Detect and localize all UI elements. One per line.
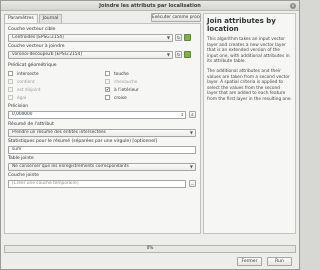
window-title: Joindre les attributs par localisation	[99, 3, 201, 9]
precision-value: 0,000000	[12, 112, 33, 117]
help-title: Join attributes by location	[207, 17, 276, 33]
progress-bar: 0%	[4, 245, 296, 253]
predicate-equals[interactable]: égal	[8, 95, 26, 101]
joined-table-combo[interactable]: Ne conserver que les enregistrements cor…	[8, 163, 196, 171]
browse-output-button[interactable]: …	[189, 180, 196, 187]
precision-label: Précision	[8, 104, 29, 109]
checkbox-icon[interactable]	[105, 95, 110, 100]
checkbox-icon[interactable]	[8, 87, 13, 92]
join-layer-label: Couche vecteur à joindre	[8, 44, 65, 49]
help-paragraph: This algorithm takes an input vector lay…	[207, 37, 290, 65]
predicate-contains[interactable]: contient	[8, 79, 35, 85]
predicate-label: Prédicat géométrique	[8, 63, 57, 68]
close-window-icon[interactable]: ✕	[290, 3, 296, 9]
help-panel: Join attributes by location This algorit…	[203, 13, 296, 234]
join-layer-combo[interactable]: voronoi-decoupe2b [EPSG:2154] ▼	[8, 51, 173, 59]
predicate-crosses[interactable]: croise	[105, 95, 127, 101]
dialog-window: Joindre les attributs par localisation ✕…	[0, 0, 300, 270]
joined-table-label: Table jointe	[8, 156, 34, 161]
predicate-intersects[interactable]: intersecte	[8, 71, 39, 77]
close-button[interactable]: Fermer	[237, 257, 262, 266]
iterate-icon[interactable]: ↻	[175, 34, 182, 41]
predicate-within[interactable]: ✔ à l'intérieur	[105, 87, 139, 93]
joined-table-value: Ne conserver que les enregistrements cor…	[12, 164, 129, 169]
predicate-disjoint[interactable]: est disjoint	[8, 87, 41, 93]
chevron-down-icon: ▼	[166, 35, 170, 40]
target-layer-value: Centroides [EPSG:2154]	[12, 35, 64, 40]
statistics-value: sum	[12, 147, 22, 152]
joined-layer-placeholder: [Créer une couche temporaire]	[12, 181, 79, 186]
help-paragraph: The additional attributes and their valu…	[207, 68, 292, 102]
statistics-input[interactable]: sum	[8, 146, 196, 154]
summary-combo[interactable]: Prendre un résumé des entités intersecté…	[8, 129, 196, 137]
parameters-panel: Couche vecteur cible Centroides [EPSG:21…	[4, 23, 201, 234]
joined-layer-label: Couche jointe	[8, 173, 39, 178]
checkbox-icon[interactable]	[105, 79, 110, 84]
precision-spinbox[interactable]: 0,000000 ⇕	[8, 111, 186, 119]
summary-label: Résumé de l'attribut	[8, 122, 54, 127]
summary-value: Prendre un résumé des entités intersecté…	[12, 130, 106, 135]
tab-log[interactable]: Journal	[38, 14, 63, 23]
predicate-touches[interactable]: touche	[105, 71, 129, 77]
predicate-overlaps[interactable]: chevauche	[105, 79, 137, 85]
progress-label: 0%	[146, 246, 154, 251]
run-button[interactable]: Run	[267, 257, 292, 266]
selected-features-icon[interactable]	[184, 34, 191, 41]
join-layer-value: voronoi-decoupe2b [EPSG:2154]	[12, 52, 82, 57]
checkbox-icon[interactable]	[8, 71, 13, 76]
selected-features-icon[interactable]	[184, 51, 191, 58]
tab-bar: Paramètres Journal	[4, 14, 63, 23]
chevron-down-icon: ▼	[189, 164, 193, 169]
checkmark-icon[interactable]: ✔	[105, 87, 110, 92]
expression-icon[interactable]: ε	[189, 111, 196, 118]
iterate-icon[interactable]: ↻	[175, 51, 182, 58]
chevron-down-icon: ▼	[166, 52, 170, 57]
run-as-batch-button[interactable]: Exécuter comme processus de lot...	[151, 13, 201, 22]
checkbox-icon[interactable]	[105, 71, 110, 76]
tab-parameters[interactable]: Paramètres	[4, 14, 38, 23]
checkbox-icon[interactable]	[8, 79, 13, 84]
target-layer-combo[interactable]: Centroides [EPSG:2154] ▼	[8, 34, 173, 42]
statistics-label: Statistiques pour le résumé (séparées pa…	[8, 139, 158, 144]
title-bar: Joindre les attributs par localisation ✕	[1, 1, 299, 11]
target-layer-label: Couche vecteur cible	[8, 27, 56, 32]
spinner-arrows-icon[interactable]: ⇕	[181, 112, 184, 118]
checkbox-icon[interactable]	[8, 95, 13, 100]
chevron-down-icon: ▼	[189, 130, 193, 135]
joined-layer-output[interactable]: [Créer une couche temporaire]	[8, 180, 186, 188]
